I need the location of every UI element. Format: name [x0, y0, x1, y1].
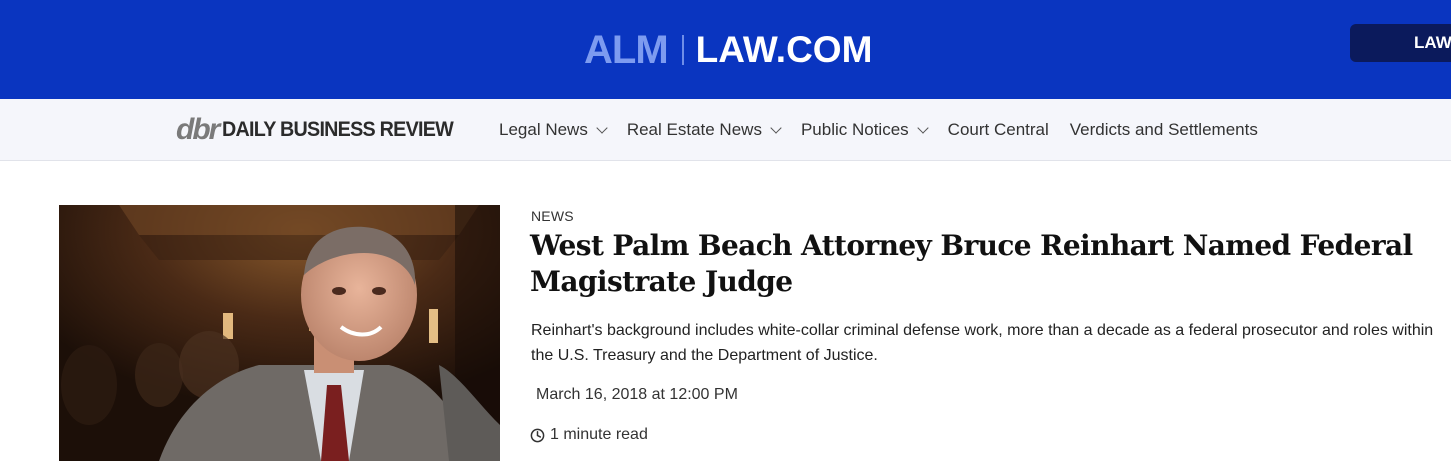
article-category[interactable]: NEWS: [531, 208, 574, 224]
nav-item-label: Legal News: [499, 120, 588, 139]
nav-item-court-central[interactable]: Court Central: [948, 120, 1049, 140]
chevron-down-icon: [917, 121, 929, 134]
nav-item-label: Public Notices: [800, 120, 909, 139]
article-date: March 16, 2018 at 12:00 PM: [536, 386, 738, 403]
logo-divider: [681, 35, 684, 65]
alm-logo: ALM: [584, 28, 669, 72]
nav-item-label: Court Central: [947, 120, 1049, 139]
read-time: 1 minute read: [530, 426, 648, 444]
publication-name: DAILY BUSINESS REVIEW: [222, 118, 454, 141]
article-title[interactable]: West Palm Beach Attorney Bruce Reinhart …: [530, 228, 1430, 300]
clock-icon: [530, 428, 545, 442]
publication-nav: dbr DAILY BUSINESS REVIEW Legal News Rea…: [0, 99, 1451, 161]
alm-top-bar: ALM LAW.COM LAW: [0, 0, 1451, 99]
chevron-down-icon: [770, 121, 782, 134]
nav-item-label: Real Estate News: [626, 120, 762, 139]
nav-item-real-estate-news[interactable]: Real Estate News: [626, 120, 782, 140]
chevron-down-icon: [596, 121, 608, 134]
nav-item-legal-news[interactable]: Legal News: [499, 120, 608, 140]
dbr-mark: dbr: [176, 113, 220, 146]
article-summary: Reinhart's background includes white-col…: [531, 322, 1434, 364]
read-time-label: 1 minute read: [550, 426, 648, 443]
daily-business-review-logo[interactable]: dbr DAILY BUSINESS REVIEW: [176, 113, 468, 147]
nav-item-verdicts-and-settlements[interactable]: Verdicts and Settlements: [1070, 120, 1258, 140]
law-com-logo[interactable]: ALM LAW.COM: [584, 28, 872, 72]
article-photo[interactable]: [59, 205, 500, 461]
law-button[interactable]: LAW: [1350, 24, 1451, 62]
nav-item-label: Verdicts and Settlements: [1069, 120, 1258, 139]
nav-item-public-notices[interactable]: Public Notices: [800, 120, 929, 140]
law-com-wordmark: LAW.COM: [695, 29, 873, 70]
nav-menu: Legal News Real Estate News Public Notic…: [499, 99, 1279, 161]
